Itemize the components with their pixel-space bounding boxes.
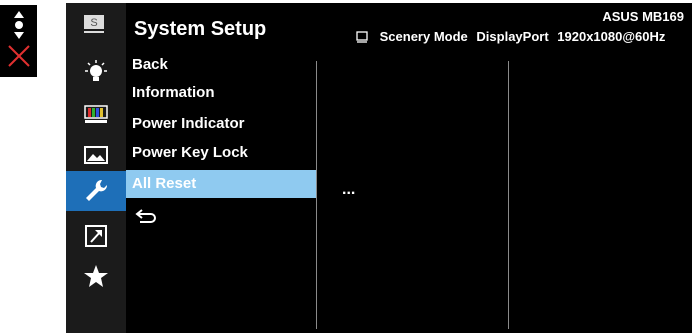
- menu-item-power-key-lock[interactable]: Power Key Lock: [126, 139, 316, 167]
- image-tab[interactable]: [66, 137, 126, 175]
- color-bars-icon: [84, 105, 108, 123]
- control-strip: [0, 5, 37, 77]
- submenu-value[interactable]: ...: [342, 181, 355, 199]
- osd-panel: S System Setup ASUS MB169 Scenery Mode D…: [66, 3, 692, 333]
- return-icon: [135, 209, 156, 223]
- star-icon: [84, 265, 108, 287]
- image-icon: [84, 146, 108, 164]
- menu-item-back[interactable]: Back: [126, 51, 316, 79]
- monitor-icon: [356, 31, 368, 43]
- menu-item-all-reset[interactable]: All Reset: [126, 170, 316, 198]
- bulb-icon: [85, 60, 107, 81]
- model-name: ASUS MB169: [602, 9, 684, 24]
- up-down-navigation-icon[interactable]: [12, 10, 26, 40]
- favorite-tab[interactable]: [66, 257, 126, 295]
- column-divider: [508, 61, 509, 329]
- shortcut-tab[interactable]: [66, 217, 126, 255]
- column-divider: [316, 61, 317, 329]
- category-sidebar: S: [66, 3, 126, 333]
- system-setup-tab[interactable]: [66, 171, 126, 211]
- page-title: System Setup: [134, 18, 267, 40]
- close-icon[interactable]: [7, 44, 31, 68]
- input-status: DisplayPort: [476, 29, 549, 44]
- menu-item-information[interactable]: Information: [126, 79, 316, 107]
- shortcut-arrow-icon: [85, 225, 107, 247]
- blue-light-tab[interactable]: [66, 53, 126, 91]
- wrench-icon: [86, 179, 108, 201]
- return-button[interactable]: [126, 202, 316, 230]
- s-label-icon: S: [84, 15, 104, 33]
- status-bar: Scenery Mode DisplayPort 1920x1080@60Hz: [356, 29, 670, 44]
- system-setup-menu: Back Information Power Indicator Power K…: [126, 51, 316, 333]
- mode-status: Scenery Mode: [379, 29, 468, 44]
- resolution-status: 1920x1080@60Hz: [557, 29, 666, 44]
- svg-text:S: S: [90, 17, 97, 29]
- color-tab[interactable]: [66, 97, 126, 135]
- menu-item-power-indicator[interactable]: Power Indicator: [126, 110, 316, 138]
- splendid-tab[interactable]: S: [66, 7, 126, 45]
